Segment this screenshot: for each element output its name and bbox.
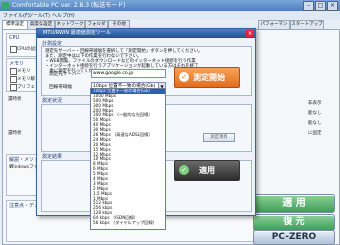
main-apply-button[interactable]: 適 用 (253, 194, 335, 213)
right-item-2: 能なし (308, 111, 322, 116)
cpu-group: CPU CPUの処理 (6, 33, 40, 57)
restore-button[interactable]: 復 元 (253, 214, 335, 231)
window-controls: – □ × (303, 1, 338, 11)
result-section-label: 測定結果 (42, 154, 63, 160)
dialog-title: MTU/RWIN 最適値測定ツール (43, 30, 111, 36)
dialog-apply-label: 適用 (199, 166, 215, 175)
memory-checkbox-2[interactable] (10, 76, 17, 83)
explain-box: 解説・メソッド Windowsファイ (6, 154, 43, 196)
server-label: 測定先サーバー (49, 72, 82, 77)
bandwidth-option[interactable]: 56 kbps （ダイヤルアップ回線） (91, 220, 165, 226)
server-input[interactable]: www.google.co.jp (91, 69, 166, 78)
memory-option-2: メモリ解 (17, 77, 35, 82)
right-item-4: に固定 (308, 131, 322, 136)
window-title: Comfortable PC ver. 2.8.3 (転送モード) (12, 2, 126, 9)
cpu-group-label: CPU (9, 35, 20, 41)
dialog-close-icon[interactable]: × (246, 30, 254, 37)
menu-help[interactable]: ヘルプ(H) (52, 12, 75, 19)
cpu-checkbox[interactable] (10, 46, 17, 53)
memory-checkbox-1[interactable] (10, 68, 17, 75)
menu-file[interactable]: ファイル(F) (3, 12, 30, 19)
check-icon: ✓ (179, 165, 189, 175)
memory-option-1: メモリ (17, 69, 31, 74)
bg-item-1: 還時状 (8, 97, 22, 102)
memory-group: メモリ メモリ メモリ解 プリフェッ (6, 58, 40, 92)
dialog-title-bar: MTU/RWIN 最適値測定ツール × (37, 29, 255, 38)
main-title-bar: Comfortable PC ver. 2.8.3 (転送モード) – □ × (0, 0, 340, 11)
lightning-icon: ✓ (179, 72, 189, 82)
measure-start-label: 測定開始 (193, 73, 225, 82)
maximize-icon[interactable]: □ (315, 1, 326, 11)
memory-checkbox-3[interactable] (10, 84, 17, 91)
pc-zero-button[interactable]: PC-ZERO (253, 230, 335, 245)
app-icon (2, 2, 9, 9)
dialog-apply-button[interactable]: ✓ 適用 (174, 160, 240, 181)
right-item-3: 能なし (308, 121, 322, 126)
close-icon[interactable]: × (327, 1, 338, 11)
menu-tools[interactable]: ツール(T) (28, 12, 50, 19)
right-item-1: 非表示 (308, 101, 322, 106)
status-section-label: 測定状況 (42, 98, 63, 104)
minimize-icon[interactable]: – (303, 1, 314, 11)
memory-group-label: メモリ (9, 61, 25, 67)
menu-bar: ファイル(F) ツール(T) ヘルプ(H) (0, 11, 340, 20)
bandwidth-dropdown-list: 10bps 位置不一致の場合(Gb) 1000 Mbps 500 Mbps 30… (90, 88, 166, 230)
measure-start-button[interactable]: ✓ 測定開始 (174, 67, 240, 88)
bandwidth-label: 回線帯域幅 (49, 85, 72, 90)
bg-item-2: 還時状 (8, 131, 22, 136)
measure-item-button[interactable]: 測定項目 (203, 133, 235, 142)
